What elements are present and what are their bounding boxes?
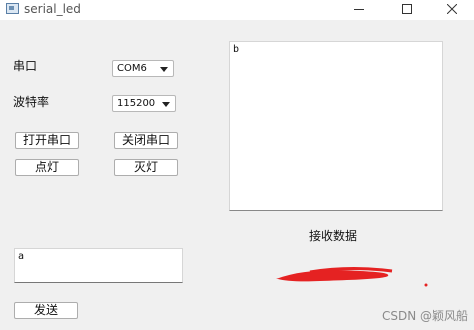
- baud-select-value: 115200: [117, 98, 156, 109]
- window-title: serial_led: [24, 2, 81, 16]
- app-icon: [6, 3, 19, 14]
- led-on-button[interactable]: 点灯: [15, 159, 79, 176]
- chevron-down-icon: [162, 102, 170, 107]
- main-window: 串口 COM6 波特率 115200 打开串口 关闭串口 点灯 灭灯 b 接收数…: [0, 20, 474, 330]
- close-window-button[interactable]: [429, 0, 474, 20]
- port-select-value: COM6: [117, 63, 147, 74]
- led-off-button[interactable]: 灭灯: [114, 159, 178, 176]
- watermark: CSDN @颖风船: [381, 309, 468, 323]
- baud-select[interactable]: 115200: [112, 95, 176, 112]
- receive-text: b: [233, 44, 240, 55]
- red-scribble-redaction: [276, 267, 428, 287]
- maximize-button[interactable]: [383, 0, 429, 20]
- close-icon: [447, 4, 457, 14]
- send-textbox[interactable]: a: [14, 248, 183, 283]
- minimize-button[interactable]: [336, 0, 382, 20]
- chevron-down-icon: [160, 67, 168, 72]
- open-port-button[interactable]: 打开串口: [15, 132, 79, 149]
- port-select[interactable]: COM6: [112, 60, 174, 77]
- receive-label: 接收数据: [309, 229, 358, 243]
- receive-textbox[interactable]: b: [229, 41, 443, 211]
- baud-label: 波特率: [13, 95, 50, 109]
- port-label: 串口: [13, 59, 38, 73]
- send-button[interactable]: 发送: [14, 302, 78, 319]
- title-bar[interactable]: serial_led: [0, 0, 474, 20]
- send-text: a: [18, 251, 25, 262]
- close-port-button[interactable]: 关闭串口: [114, 132, 178, 149]
